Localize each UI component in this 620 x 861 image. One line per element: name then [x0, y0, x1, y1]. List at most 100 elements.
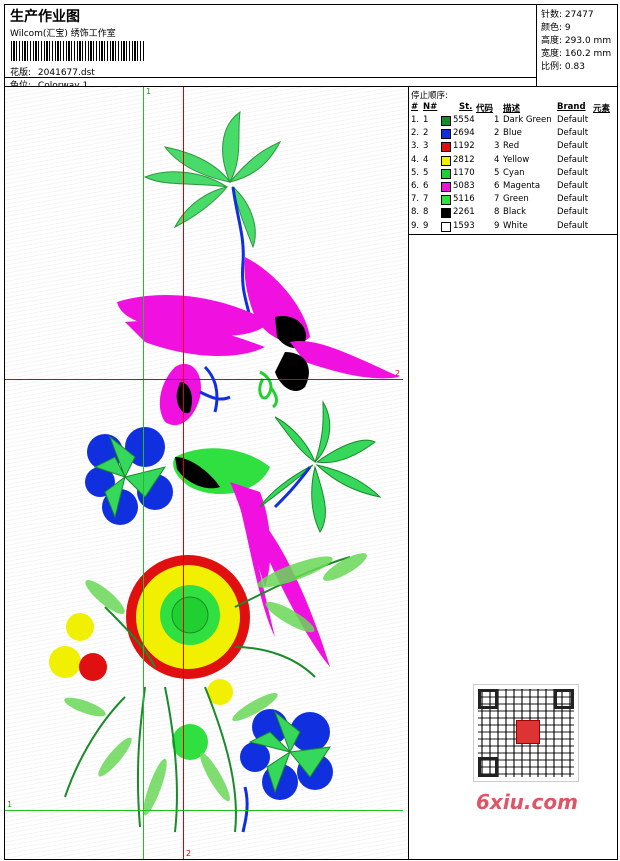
stop-row-stitches: 2261 [453, 207, 475, 218]
qr-finder-top-left [478, 689, 498, 709]
stop-row-brand: Default [557, 167, 589, 178]
stop-row-code: 8 [494, 207, 500, 218]
stop-row-brand: Default [557, 181, 589, 191]
col-header-brand: Brand [557, 102, 586, 112]
color-swatch [441, 116, 451, 126]
stop-row-brand: Default [557, 207, 589, 218]
guide-horizontal-2 [5, 379, 403, 380]
stop-row-stitches: 2812 [453, 154, 475, 165]
col-header-code: 代码 [476, 104, 494, 114]
stop-row-code: 2 [494, 128, 500, 139]
stop-row-no: 2 [423, 128, 429, 139]
guide-v1-marker: 1 [146, 87, 152, 96]
stat-colors: 颜色: 9 [541, 23, 571, 33]
stop-row-stitches: 1192 [453, 141, 475, 152]
color-swatch [441, 221, 451, 232]
stop-row-no: 5 [423, 167, 429, 178]
stop-row-code: 7 [494, 194, 500, 205]
color-swatch [441, 155, 451, 166]
right-palm-leaves [259, 400, 382, 533]
stats-panel: 针数: 27477 颜色: 9 高度: 293.0 mm 宽度: 160.2 m… [537, 5, 617, 87]
color-swatch [441, 182, 451, 192]
stop-row-desc: Black [503, 207, 526, 218]
stop-row-num: 9. [411, 220, 420, 231]
stop-row-stitches: 1170 [453, 167, 475, 178]
color-swatch [441, 168, 451, 179]
stop-row-stitches: 1593 [453, 220, 475, 231]
stop-row-desc: White [503, 220, 528, 231]
stop-row-desc: Green [503, 194, 529, 205]
stop-row-num: 3. [411, 141, 420, 152]
stop-row-code: 5 [494, 167, 500, 178]
stop-row-brand: Default [557, 128, 589, 139]
left-blue-flower [85, 427, 173, 525]
col-header-elem: 元素 [593, 104, 611, 114]
stop-row: 8. 8 2261 8 Black Default [409, 207, 617, 220]
stop-row-desc: Blue [503, 128, 522, 139]
guide-h2-marker: 2 [395, 369, 401, 378]
stop-row-num: 8. [411, 207, 420, 218]
stop-row-code: 1 [494, 115, 500, 125]
header-panel: 生产作业图 Wilcom(汇宝) 绣饰工作室 花版: 2041677.dst 色… [5, 5, 537, 91]
green-curl [258, 370, 278, 409]
stat-stitches: 针数: 27477 [541, 10, 594, 20]
guide-horizontal-1 [5, 810, 403, 811]
stop-row-brand: Default [557, 115, 589, 125]
stop-row: 3. 3 1192 3 Red Default [409, 141, 617, 154]
embroidery-artwork [49, 110, 400, 833]
stop-row-num: 6. [411, 181, 420, 191]
guide-vertical-2 [183, 87, 184, 859]
company-name: Wilcom(汇宝) 绣饰工作室 [10, 29, 116, 39]
stop-row-no: 1 [423, 115, 429, 125]
stop-row-num: 5. [411, 167, 420, 178]
barcode-image [11, 41, 145, 61]
col-header-num: # [411, 102, 419, 112]
sunflower [126, 555, 250, 679]
qr-finder-bottom-left [478, 757, 498, 777]
color-swatch [441, 195, 451, 206]
color-swatch [441, 129, 451, 140]
qr-finder-top-right [554, 689, 574, 709]
yellow-flower-small-2 [49, 646, 81, 678]
guide-vertical-1 [143, 87, 144, 859]
blue-sprig [199, 365, 231, 413]
bottom-blue-flower [240, 709, 333, 800]
stop-row-no: 8 [423, 207, 429, 218]
guide-v2-marker: 2 [186, 849, 192, 858]
stat-scale: 比例: 0.83 [541, 62, 585, 72]
red-flower-small [79, 653, 107, 681]
stop-row: 9. 9 1593 9 White Default [409, 221, 617, 234]
design-preview: 1 2 2 1 [5, 87, 409, 859]
color-swatch [441, 208, 451, 219]
stop-row-code: 4 [494, 154, 500, 165]
stop-row-brand: Default [557, 220, 589, 231]
stat-width: 宽度: 160.2 mm [541, 49, 612, 59]
stop-row-no: 3 [423, 141, 429, 152]
stop-row-desc: Yellow [503, 154, 530, 165]
col-header-desc: 描述 [503, 104, 521, 114]
stop-row-no: 6 [423, 181, 429, 191]
stop-row: 7. 7 5116 7 Green Default [409, 194, 617, 207]
stop-row-num: 4. [411, 154, 420, 165]
stop-row-code: 9 [494, 220, 500, 231]
stop-row: 2. 2 2694 2 Blue Default [409, 128, 617, 141]
stop-row-num: 1. [411, 115, 420, 125]
stop-row-code: 3 [494, 141, 500, 152]
stop-row-desc: Magenta [503, 181, 541, 191]
stop-row: 5. 5 1170 5 Cyan Default [409, 168, 617, 181]
col-header-no: N# [423, 102, 438, 112]
stop-row-desc: Red [503, 141, 520, 152]
color-swatch [441, 142, 451, 153]
page-title: 生产作业图 [10, 9, 80, 25]
watermark-text: 6xiu.com [476, 790, 578, 814]
stop-row: 6. 6 5083 6 Magenta Default [409, 181, 617, 194]
stop-row-desc: Cyan [503, 167, 525, 178]
stop-row-num: 2. [411, 128, 420, 139]
stop-row-stitches: 2694 [453, 128, 475, 139]
stop-row-desc: Dark Green [503, 115, 552, 125]
stop-row-brand: Default [557, 194, 589, 205]
stop-sequence-title: 停止顺序: [411, 91, 448, 101]
stop-row: 4. 4 2812 4 Yellow Default [409, 155, 617, 168]
stop-row-stitches: 5116 [453, 194, 475, 205]
stop-row-no: 7 [423, 194, 429, 205]
